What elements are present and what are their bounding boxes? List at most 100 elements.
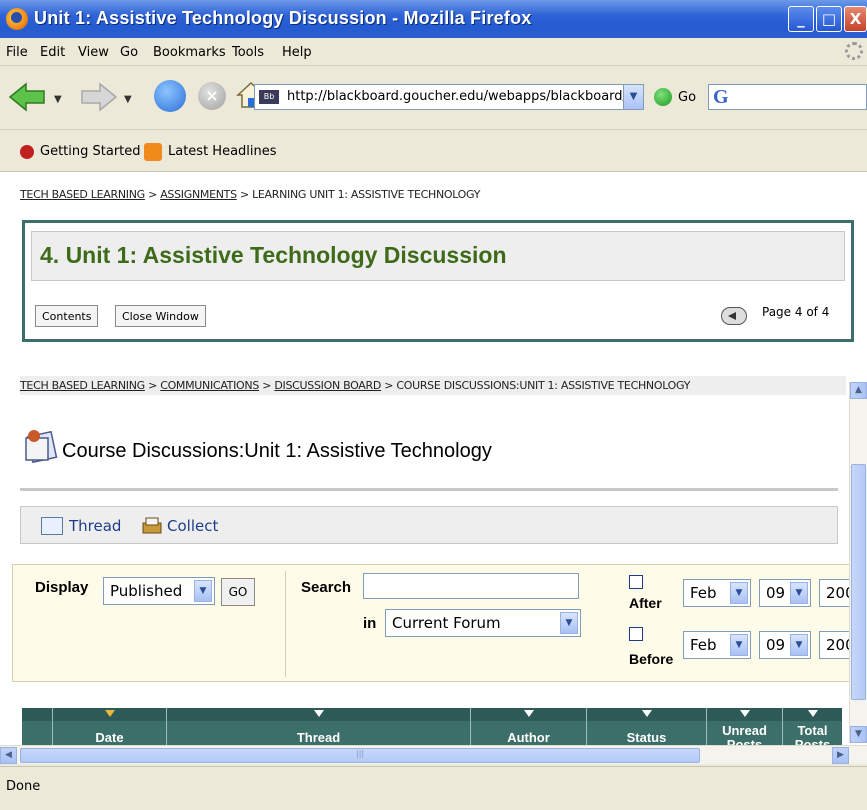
sort-arrow-icon (739, 710, 750, 717)
scroll-up-icon[interactable]: ▲ (850, 382, 867, 399)
before-day-select[interactable]: 09 ▼ (759, 631, 811, 659)
scroll-left-icon[interactable]: ◀ (0, 747, 17, 764)
action-bar: Thread Collect (20, 506, 838, 544)
url-text: http://blackboard.goucher.edu/webapps/bl… (287, 89, 644, 104)
display-label: Display (35, 579, 89, 596)
forward-dropdown-icon[interactable]: ▼ (124, 94, 132, 105)
forward-arrow-icon[interactable] (80, 82, 118, 112)
vertical-scrollbar[interactable]: ▲ ▼ (849, 382, 867, 743)
column-date[interactable]: Date (52, 708, 166, 745)
after-month-select[interactable]: Feb ▼ (683, 579, 751, 607)
column-select (22, 708, 52, 745)
close-button[interactable]: X (844, 6, 867, 32)
back-arrow-icon[interactable] (8, 82, 46, 112)
after-label: After (629, 595, 662, 611)
page-content: TECH BASED LEARNING > ASSIGNMENTS > LEAR… (0, 172, 867, 745)
display-select[interactable]: Published ▼ (103, 577, 215, 605)
url-bar[interactable]: Bb http://blackboard.goucher.edu/webapps… (254, 84, 644, 110)
menu-tools[interactable]: Tools (232, 45, 264, 60)
breadcrumb-link[interactable]: TECH BASED LEARNING (20, 188, 145, 201)
assignment-title: 4. Unit 1: Assistive Technology Discussi… (40, 242, 507, 268)
breadcrumb-current: LEARNING UNIT 1: ASSISTIVE TECHNOLOGY (252, 188, 481, 201)
menu-go[interactable]: Go (120, 45, 138, 60)
menu-view[interactable]: View (78, 45, 109, 60)
close-window-button[interactable]: Close Window (115, 305, 206, 327)
chevron-down-icon: ▼ (194, 580, 212, 602)
menu-help[interactable]: Help (282, 45, 312, 60)
before-year-select[interactable]: 200 (819, 631, 851, 659)
sort-arrow-icon (104, 710, 115, 717)
chevron-down-icon: ▼ (790, 634, 808, 656)
after-checkbox[interactable] (629, 575, 643, 589)
status-text: Done (6, 779, 41, 794)
before-checkbox[interactable] (629, 627, 643, 641)
title-bar: Unit 1: Assistive Technology Discussion … (0, 0, 867, 38)
column-status[interactable]: Status (586, 708, 706, 745)
before-month-select[interactable]: Feb ▼ (683, 631, 751, 659)
stop-icon[interactable]: × (198, 82, 226, 110)
reload-icon[interactable] (154, 80, 186, 112)
breadcrumb-current: COURSE DISCUSSIONS:UNIT 1: ASSISTIVE TEC… (396, 379, 691, 392)
page-indicator: Page 4 of 4 (762, 305, 830, 319)
scroll-down-icon[interactable]: ▼ (850, 726, 867, 743)
search-box[interactable]: G (708, 84, 867, 110)
discussion-breadcrumb: TECH BASED LEARNING > COMMUNICATIONS > D… (20, 376, 846, 395)
in-label: in (363, 615, 377, 632)
after-year-select[interactable]: 200 (819, 579, 851, 607)
chevron-down-icon: ▼ (790, 582, 808, 604)
column-author[interactable]: Author (470, 708, 586, 745)
bookmarks-toolbar: Getting Started Latest Headlines (0, 130, 867, 172)
vertical-scroll-thumb[interactable] (851, 464, 866, 700)
column-total-posts[interactable]: Total Posts (782, 708, 842, 745)
back-dropdown-icon[interactable]: ▼ (54, 94, 62, 105)
search-scope-select[interactable]: Current Forum ▼ (385, 609, 581, 637)
breadcrumb-link[interactable]: COMMUNICATIONS (160, 379, 259, 392)
before-label: Before (629, 651, 674, 667)
breadcrumb-link[interactable]: ASSIGNMENTS (160, 188, 237, 201)
filter-panel: Display Published ▼ GO Search in Current… (12, 564, 851, 682)
status-bar: Done (0, 766, 867, 810)
collect-icon[interactable] (141, 515, 163, 537)
contents-button[interactable]: Contents (35, 305, 99, 327)
breadcrumb: TECH BASED LEARNING > ASSIGNMENTS > LEAR… (20, 188, 481, 201)
menu-edit[interactable]: Edit (40, 45, 65, 60)
menu-file[interactable]: File (6, 45, 28, 60)
rss-feed-icon (144, 143, 162, 161)
google-logo-icon: G (713, 86, 729, 108)
discussion-board-icon (25, 430, 58, 464)
go-button[interactable]: Go (678, 90, 696, 105)
title-divider (20, 488, 838, 491)
after-day-select[interactable]: 09 ▼ (759, 579, 811, 607)
url-history-dropdown-icon[interactable]: ▼ (623, 85, 643, 109)
site-favicon-icon: Bb (259, 90, 279, 104)
minimize-button[interactable]: _ (788, 6, 814, 32)
scroll-right-icon[interactable]: ▶ (832, 747, 849, 764)
column-thread[interactable]: Thread (166, 708, 470, 745)
sort-arrow-icon (523, 710, 534, 717)
maximize-button[interactable]: □ (816, 6, 842, 32)
bookmark-latest-headlines[interactable]: Latest Headlines (168, 144, 277, 159)
assignment-header: 4. Unit 1: Assistive Technology Discussi… (31, 231, 845, 281)
column-unread-posts[interactable]: Unread Posts (706, 708, 782, 745)
breadcrumb-link[interactable]: DISCUSSION BOARD (274, 379, 381, 392)
filter-divider (285, 571, 286, 677)
scroll-grip-icon: ||| (356, 749, 365, 758)
getting-started-icon (20, 145, 34, 159)
previous-page-icon[interactable] (721, 307, 747, 325)
go-arrow-icon[interactable] (654, 88, 672, 106)
firefox-icon (6, 8, 28, 30)
navigation-toolbar: ▼ ▼ × Bb http://blackboard.goucher.edu/w… (0, 66, 867, 130)
horizontal-scrollbar[interactable]: ◀ ||| ▶ (0, 745, 867, 764)
chevron-down-icon: ▼ (560, 612, 578, 634)
window-title: Unit 1: Assistive Technology Discussion … (34, 8, 532, 28)
collect-button[interactable]: Collect (167, 517, 218, 535)
browser-window: Unit 1: Assistive Technology Discussion … (0, 0, 867, 810)
bookmark-getting-started[interactable]: Getting Started (40, 144, 141, 159)
thread-button[interactable]: Thread (69, 517, 121, 535)
breadcrumb-link[interactable]: TECH BASED LEARNING (20, 379, 145, 392)
menu-bookmarks[interactable]: Bookmarks (153, 45, 226, 60)
sort-arrow-icon (641, 710, 652, 717)
search-input[interactable] (363, 573, 579, 599)
display-go-button[interactable]: GO (221, 578, 255, 606)
new-thread-icon[interactable] (41, 517, 63, 535)
